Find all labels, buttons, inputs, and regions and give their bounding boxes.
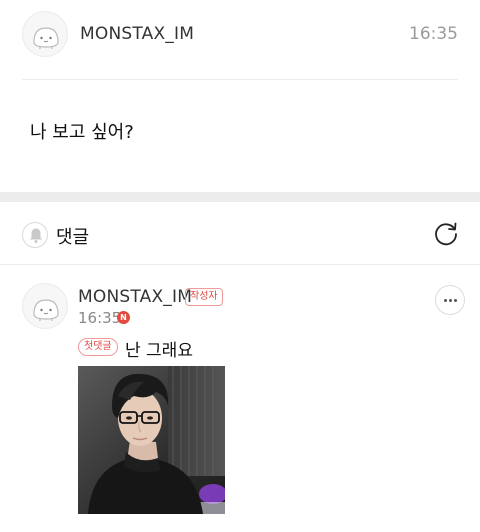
more-icon-dot — [444, 299, 447, 302]
more-icon-dot — [449, 299, 452, 302]
comment-photo[interactable] — [78, 366, 225, 514]
notification-toggle[interactable] — [22, 222, 48, 248]
more-icon-dot — [454, 299, 457, 302]
author-badge: 작성자 — [185, 288, 223, 306]
avatar-face-icon — [33, 27, 59, 49]
comment-author-avatar[interactable] — [22, 283, 68, 329]
first-comment-badge: 첫댓글 — [78, 338, 118, 356]
avatar-face-icon — [33, 299, 59, 321]
comment-timestamp: 16:35 — [78, 309, 122, 327]
post-header: MONSTAX_IM 16:35 — [0, 0, 480, 80]
bell-icon — [30, 228, 42, 243]
comments-header: 댓글 — [0, 202, 480, 264]
comment-text: 난 그래요 — [125, 341, 193, 361]
comments-divider — [0, 264, 480, 265]
post-timestamp: 16:35 — [409, 24, 458, 44]
post-body-text: 나 보고 싶어? — [30, 122, 134, 143]
post-author-name[interactable]: MONSTAX_IM — [80, 24, 194, 44]
post-author-avatar[interactable] — [22, 11, 68, 57]
photo-illustration — [78, 366, 225, 514]
new-badge: N — [117, 311, 130, 324]
section-separator — [0, 192, 480, 202]
more-options-button[interactable] — [435, 285, 465, 315]
header-divider — [22, 79, 458, 80]
refresh-icon — [435, 222, 457, 246]
comment-author-name[interactable]: MONSTAX_IM — [78, 287, 192, 307]
comments-title: 댓글 — [56, 227, 90, 248]
refresh-button[interactable] — [432, 220, 460, 248]
